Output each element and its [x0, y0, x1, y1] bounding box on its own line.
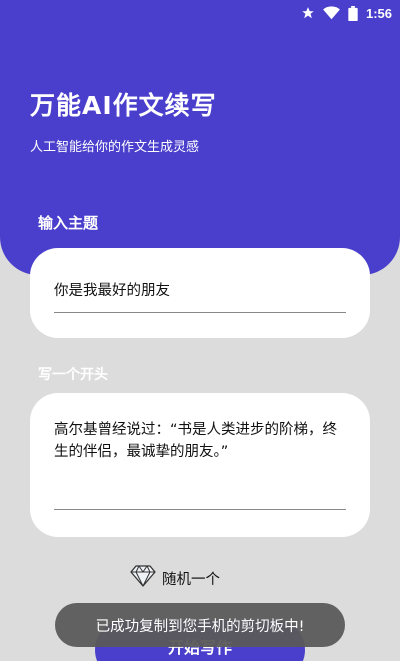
battery-icon	[348, 5, 358, 21]
status-bar: 1:56	[0, 0, 400, 26]
opening-label: 写一个开头	[38, 367, 108, 383]
topic-input[interactable]: 你是我最好的朋友	[54, 280, 346, 302]
random-label: 随机一个	[162, 571, 220, 588]
opening-input[interactable]: 高尔基曾经说过：“书是人类进步的阶梯，终生的伴侣，最诚挚的朋友。”	[54, 419, 346, 463]
status-time: 1:56	[365, 5, 392, 21]
opening-input-underline	[54, 509, 346, 510]
topic-input-underline	[54, 312, 346, 313]
diamond-icon	[130, 565, 156, 591]
opening-card: 高尔基曾经说过：“书是人类进步的阶梯，终生的伴侣，最诚挚的朋友。”	[30, 393, 370, 537]
wifi-icon	[323, 6, 340, 20]
star-icon	[301, 6, 315, 20]
topic-card: 你是我最好的朋友	[30, 248, 370, 338]
app-title: 万能AI作文续写	[30, 91, 217, 120]
topic-label: 输入主题	[38, 214, 99, 232]
app-subtitle: 人工智能给你的作文生成灵感	[30, 140, 200, 155]
random-button[interactable]: 随机一个	[130, 565, 220, 591]
toast-message: 已成功复制到您手机的剪切板中!	[55, 603, 345, 647]
